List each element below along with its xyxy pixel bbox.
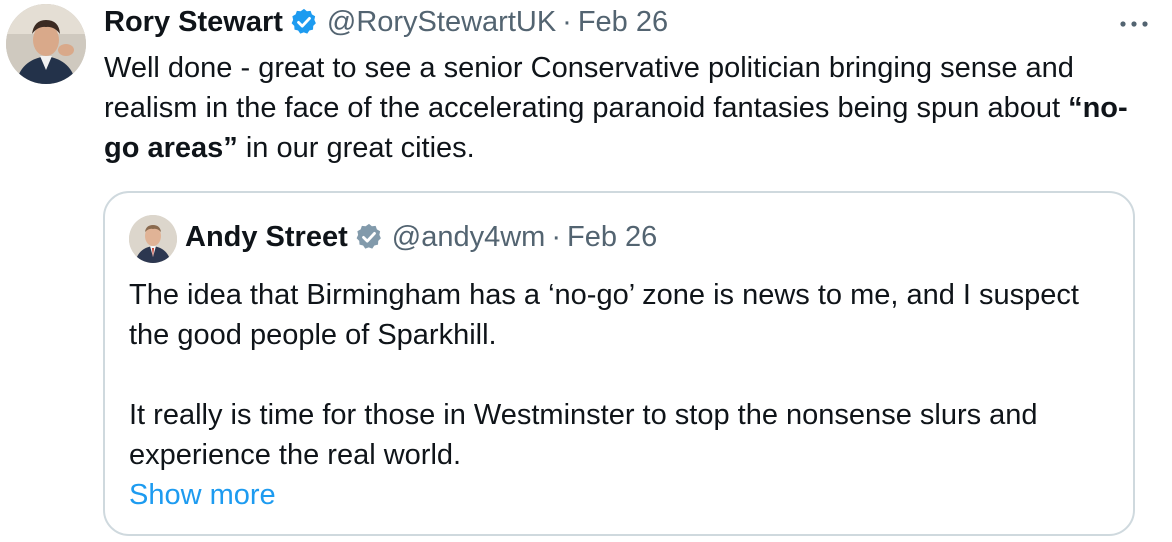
tweet-text-part2: in our great cities. xyxy=(237,132,475,164)
author-name[interactable]: Rory Stewart xyxy=(104,6,283,39)
more-horizontal-icon xyxy=(1120,21,1148,27)
tweet-text-part1: Well done - great to see a senior Conser… xyxy=(104,52,1074,124)
author-handle[interactable]: @RoryStewartUK xyxy=(327,6,556,39)
quoted-tweet-text: The idea that Birmingham has a ‘no-go’ z… xyxy=(129,275,1119,515)
more-options-button[interactable] xyxy=(1114,12,1154,36)
separator-dot: · xyxy=(551,220,561,253)
tweet-date[interactable]: Feb 26 xyxy=(578,6,668,39)
verified-badge-icon xyxy=(354,222,384,252)
separator-dot: · xyxy=(562,5,572,38)
tweet-header: Rory Stewart @RoryStewartUK · Feb 26 xyxy=(104,2,668,42)
quoted-author-name[interactable]: Andy Street xyxy=(185,221,348,254)
tweet: Rory Stewart @RoryStewartUK · Feb 26 Wel… xyxy=(0,0,1172,542)
tweet-text: Well done - great to see a senior Conser… xyxy=(104,48,1154,168)
quoted-author-handle[interactable]: @andy4wm xyxy=(392,221,546,254)
quoted-tweet-card[interactable]: Andy Street @andy4wm · Feb 26 The idea t… xyxy=(103,191,1135,536)
quoted-tweet-date[interactable]: Feb 26 xyxy=(567,221,657,254)
verified-badge-icon xyxy=(289,7,319,37)
quoted-avatar[interactable] xyxy=(129,215,177,263)
avatar[interactable] xyxy=(6,4,86,84)
quoted-paragraph-1: The idea that Birmingham has a ‘no-go’ z… xyxy=(129,279,1079,351)
quoted-paragraph-2: It really is time for those in Westminst… xyxy=(129,399,1038,471)
quoted-tweet-header: Andy Street @andy4wm · Feb 26 xyxy=(185,217,657,257)
show-more-link[interactable]: Show more xyxy=(129,475,276,515)
